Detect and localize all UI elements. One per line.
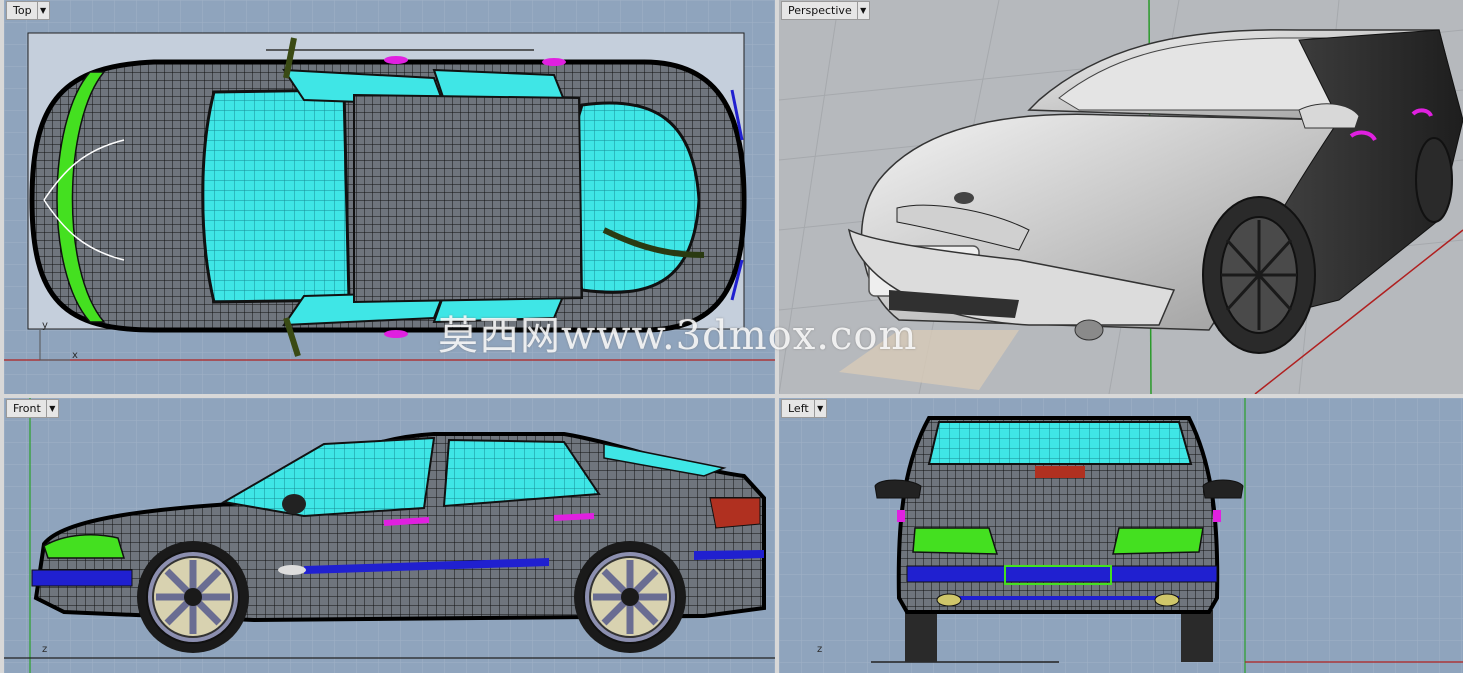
chevron-down-icon[interactable]: ▼ xyxy=(45,400,58,417)
chevron-down-icon[interactable]: ▼ xyxy=(36,2,49,19)
viewport-front-title[interactable]: Front ▼ xyxy=(6,399,59,418)
front-view-scene xyxy=(4,398,775,673)
chevron-down-icon[interactable]: ▼ xyxy=(856,2,869,19)
viewport-perspective-label: Perspective xyxy=(788,4,852,17)
axis-label-z: z xyxy=(817,644,823,655)
rear-wheel xyxy=(574,541,686,653)
axis-label-x: x xyxy=(72,350,78,361)
chevron-down-icon[interactable]: ▼ xyxy=(813,400,826,417)
viewport-top-label: Top xyxy=(13,4,32,17)
viewport-top-title[interactable]: Top ▼ xyxy=(6,1,50,20)
front-wheel xyxy=(137,541,249,653)
viewport-left-title[interactable]: Left ▼ xyxy=(781,399,827,418)
axis-label-y: y xyxy=(42,320,48,331)
watermark: 莫西网www.3dmox.com xyxy=(438,313,918,359)
viewport-perspective-title[interactable]: Perspective ▼ xyxy=(781,1,870,20)
viewport-left[interactable]: Left ▼ z xyxy=(779,398,1463,673)
viewport-front-label: Front xyxy=(13,402,41,415)
axis-label-z: z xyxy=(42,644,48,655)
viewport-left-label: Left xyxy=(788,402,809,415)
left-view-scene xyxy=(779,398,1463,673)
viewport-front[interactable]: Front ▼ z xyxy=(4,398,775,673)
